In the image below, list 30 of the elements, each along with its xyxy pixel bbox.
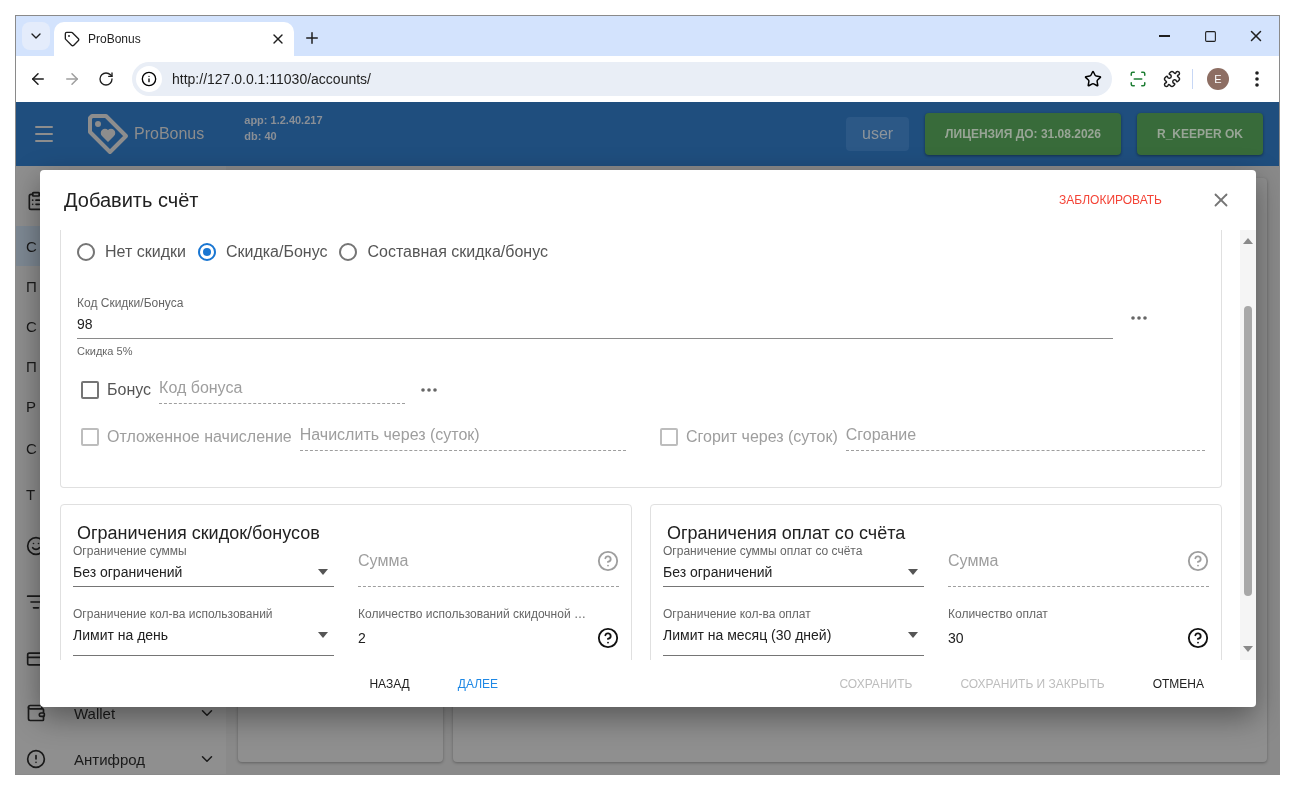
field-label: Ограничение кол-ва использований [73, 607, 274, 621]
field-value: 98 [77, 316, 94, 332]
field-value: Без ограничений [663, 564, 773, 580]
card-title: Ограничения оплат со счёта [667, 523, 907, 544]
card-title: Ограничения скидок/бонусов [77, 523, 321, 544]
dialog-title: Добавить счёт [64, 188, 200, 212]
field-label: Ограничение кол-ва оплат [663, 607, 812, 621]
db-version: db: 40 [244, 130, 278, 142]
placeholder: Сумма [358, 552, 409, 570]
field-label: Ограничение суммы оплат со счёта [663, 544, 864, 558]
checkbox-label: Бонус [107, 380, 152, 399]
tab-title: ProBonus [88, 32, 142, 46]
field-value: Лимит на месяц (30 дней) [663, 627, 832, 643]
radio-label: Скидка/Бонус [225, 243, 328, 261]
placeholder: Сумма [948, 552, 999, 570]
radio-label: Нет скидки [105, 243, 186, 261]
field-value: Лимит на день [73, 627, 169, 643]
field-value: 30 [948, 630, 964, 646]
helper-text: Скидка 5% [77, 345, 134, 357]
radio-label: Составная скидка/бонус [367, 243, 548, 261]
checkbox-label: Сгорит через (суток) [686, 427, 838, 446]
field-label: Ограничение суммы [73, 544, 188, 558]
field-value: 2 [358, 630, 366, 646]
checkbox-label: Отложенное начисление [107, 427, 292, 446]
field-label: Количество оплат [948, 607, 1049, 621]
field-label: Количество использований скидочной … [358, 607, 587, 621]
app-version: app: 1.2.40.217 [244, 114, 323, 126]
brand-name: ProBonus [134, 125, 205, 143]
field-value: Без ограничений [73, 564, 183, 580]
field-label: Код Скидки/Бонуса [77, 296, 185, 310]
